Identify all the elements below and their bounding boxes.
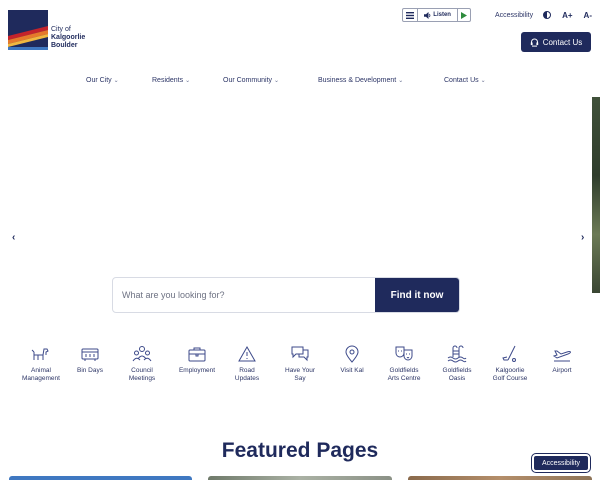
briefcase-icon [188,347,206,362]
nav-contact-us[interactable]: Contact Us ⌄ [444,77,486,84]
quick-link-visit-kal[interactable]: Visit Kal [327,344,377,375]
hamburger-icon [406,11,415,19]
pool-icon [447,345,467,363]
road-icon [238,345,256,362]
dog-icon [31,348,49,360]
logo-line-3: Boulder [51,42,78,49]
chevron-down-icon: ⌄ [480,78,486,84]
golf-icon [502,345,516,362]
featured-pages-heading: Featured Pages [221,439,379,462]
listen-player: Listen [402,8,471,22]
quick-link-animal-management[interactable]: Animal Management [16,344,66,383]
quick-link-council-meetings[interactable]: Council Meetings [117,344,167,383]
hero-slide-image-edge [592,97,600,293]
contact-us-button[interactable]: Contact Us [521,32,591,52]
featured-card-2[interactable] [208,476,392,480]
carousel-prev-button[interactable]: ‹ [12,232,15,243]
nav-label: Our City [86,77,112,84]
logo-line-2: Kalgoorlie [51,34,86,41]
map-pin-icon [345,345,359,363]
nav-our-city[interactable]: Our City ⌄ [86,77,119,84]
nav-residents[interactable]: Residents ⌄ [152,77,190,84]
logo-line-1: City of [51,26,71,33]
contrast-toggle-icon[interactable] [543,11,552,19]
quick-link-goldfields-arts-centre[interactable]: Goldfields Arts Centre [379,344,429,383]
logo-text: City of Kalgoorlie Boulder [51,26,85,50]
quick-link-label-2: Say [294,375,306,382]
theatre-masks-icon [395,346,413,361]
font-decrease-button[interactable]: A- [584,11,592,20]
main-nav: Our City ⌄ Residents ⌄ Our Community ⌄ Busi… [0,77,600,87]
quick-link-bin-days[interactable]: Bin Days [65,344,115,375]
quick-link-label-1: Airport [552,367,572,374]
chevron-down-icon: ⌄ [274,78,280,84]
quick-link-employment[interactable]: Employment [172,344,222,375]
quick-link-have-your-say[interactable]: Have Your Say [275,344,325,383]
quick-link-label-1: Road [239,367,255,374]
play-button[interactable] [458,9,470,21]
featured-card-3[interactable] [408,476,592,480]
quick-link-label-2: Updates [234,375,260,382]
featured-card-1[interactable] [9,476,192,480]
nav-label: Our Community [223,77,273,84]
quick-link-label-2: Oasis [448,375,466,382]
quick-link-label-2: Golf Course [492,375,528,382]
nav-label: Business & Development [318,77,397,84]
listen-menu-button[interactable] [403,9,419,21]
people-icon [132,346,152,362]
quick-link-label-1: Bin Days [76,367,103,374]
listen-label: Listen [433,12,451,18]
site-logo[interactable]: City of Kalgoorlie Boulder [8,10,108,52]
speaker-icon [424,11,431,19]
hero-carousel [0,97,600,293]
nav-label: Residents [152,77,184,84]
search-input[interactable] [113,278,375,312]
quick-link-label-1: Kalgoorlie [495,367,525,374]
chevron-down-icon: ⌄ [113,78,119,84]
quick-link-road-updates[interactable]: Road Updates [222,344,272,383]
quick-link-airport[interactable]: Airport [537,344,587,375]
quick-link-label-1: Goldfields [442,367,472,374]
contact-us-label: Contact Us [542,37,583,47]
plane-icon [552,350,572,362]
chevron-down-icon: ⌄ [398,78,404,84]
listen-button[interactable]: Listen [418,9,458,21]
quick-links: Animal Management Bin Days Council Meeting… [16,344,594,390]
site-search: Find it now [112,277,460,313]
accessibility-link[interactable]: Accessibility [495,12,533,19]
quick-link-label-1: Visit Kal [340,367,364,374]
bin-icon [81,348,99,361]
play-icon [460,11,467,19]
quick-link-label-1: Council [131,367,153,374]
nav-business-development[interactable]: Business & Development ⌄ [318,77,403,84]
quick-link-kalgoorlie-golf-course[interactable]: Kalgoorlie Golf Course [485,344,535,383]
chevron-down-icon: ⌄ [185,78,191,84]
carousel-next-button[interactable]: › [581,232,584,243]
find-it-now-button[interactable]: Find it now [375,278,459,312]
quick-link-label-2: Management [22,375,60,382]
speech-icon [291,346,309,362]
quick-link-label-1: Animal [31,367,51,374]
headset-icon [530,38,538,47]
utility-bar: Listen Accessibility A+ A- [402,8,592,22]
quick-link-label-2: Arts Centre [387,375,421,382]
quick-link-label-2: Meetings [128,375,156,382]
nav-our-community[interactable]: Our Community ⌄ [223,77,279,84]
quick-link-goldfields-oasis[interactable]: Goldfields Oasis [432,344,482,383]
quick-link-label-1: Employment [178,367,216,374]
accessibility-widget-button[interactable]: Accessibility [531,453,591,473]
logo-mark-icon [8,10,48,50]
nav-label: Contact Us [444,77,479,84]
font-increase-button[interactable]: A+ [562,11,572,20]
quick-link-label-1: Goldfields [389,367,419,374]
quick-link-label-1: Have Your [285,367,315,374]
